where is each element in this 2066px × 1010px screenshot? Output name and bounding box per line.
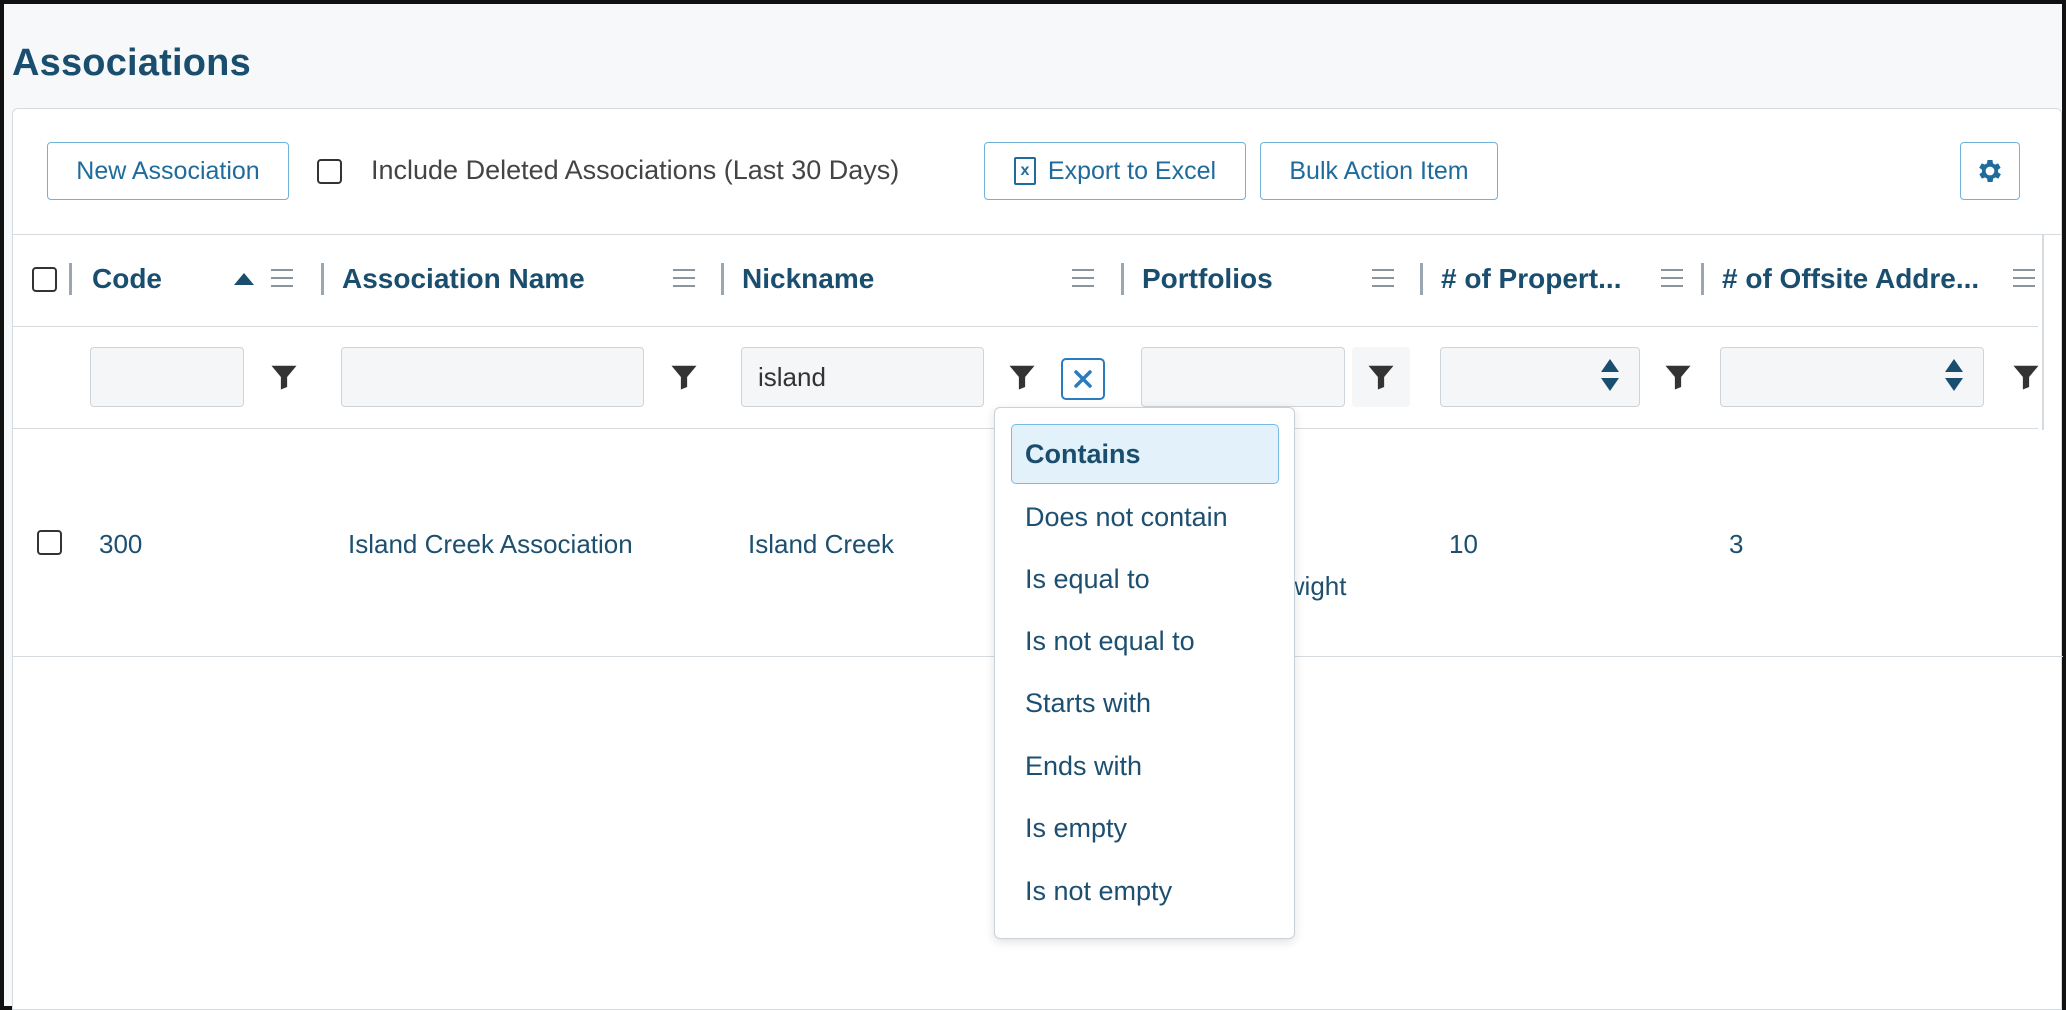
filter-option-contains[interactable]: Contains [1011, 424, 1279, 484]
column-menu-icon[interactable] [1372, 269, 1394, 287]
column-menu-icon[interactable] [2013, 269, 2035, 287]
grid-right-border [2042, 235, 2044, 430]
grid-header-row: Code Association Name Nickname Portfolio… [13, 235, 2038, 327]
excel-file-icon: x [1013, 157, 1036, 185]
cell-offsite-addresses: 3 [1729, 529, 1744, 559]
filter-option-is-not-empty[interactable]: Is not empty [995, 876, 1294, 907]
filter-icon[interactable] [269, 362, 299, 392]
include-deleted-checkbox[interactable] [317, 159, 342, 184]
filter-option-is-equal-to[interactable]: Is equal to [995, 564, 1294, 595]
close-icon [1074, 370, 1092, 388]
filter-icon[interactable] [1663, 362, 1693, 392]
gear-icon [1979, 160, 2001, 182]
association-name-filter-input[interactable] [341, 347, 644, 407]
column-header-nickname[interactable]: Nickname [742, 263, 874, 295]
column-separator[interactable] [321, 263, 324, 295]
filter-option-is-empty[interactable]: Is empty [995, 813, 1294, 844]
filter-operator-dropdown: Contains Does not contain Is equal to Is… [994, 407, 1295, 939]
column-header-offsite-addresses[interactable]: # of Offsite Addre... [1722, 263, 1979, 295]
column-separator[interactable] [69, 263, 72, 295]
column-menu-icon[interactable] [673, 269, 695, 287]
filter-icon[interactable] [1007, 362, 1037, 392]
toolbar: New Association Include Deleted Associat… [13, 109, 2061, 235]
filter-option-does-not-contain[interactable]: Does not contain [995, 502, 1294, 533]
clear-filter-button[interactable] [1061, 358, 1105, 400]
filter-option-starts-with[interactable]: Starts with [995, 688, 1294, 719]
filter-icon[interactable] [669, 362, 699, 392]
code-filter-input[interactable] [90, 347, 244, 407]
cell-code: 300 [99, 529, 143, 559]
filter-icon[interactable] [1366, 362, 1396, 392]
portfolios-filter-input[interactable] [1141, 347, 1345, 407]
settings-button[interactable] [1960, 142, 2020, 200]
column-header-code[interactable]: Code [92, 263, 162, 295]
column-separator[interactable] [1121, 263, 1124, 295]
cell-nickname: Island Creek [748, 529, 894, 559]
spinner-arrows-icon[interactable] [1599, 355, 1621, 395]
column-menu-icon[interactable] [271, 269, 293, 287]
nickname-filter-input[interactable] [741, 347, 984, 407]
column-separator[interactable] [721, 263, 724, 295]
filter-option-ends-with[interactable]: Ends with [995, 751, 1294, 782]
column-menu-icon[interactable] [1661, 269, 1683, 287]
sort-ascending-icon[interactable] [234, 273, 254, 285]
cell-properties: 10 [1449, 529, 1478, 559]
column-menu-icon[interactable] [1072, 269, 1094, 287]
export-to-excel-label: Export to Excel [1047, 156, 1217, 185]
row-checkbox[interactable] [37, 530, 62, 555]
column-header-portfolios[interactable]: Portfolios [1142, 263, 1273, 295]
bulk-action-item-button[interactable]: Bulk Action Item [1260, 142, 1498, 200]
filter-icon[interactable] [2011, 362, 2041, 392]
new-association-button[interactable]: New Association [47, 142, 289, 200]
column-separator[interactable] [1420, 263, 1423, 295]
column-header-properties[interactable]: # of Propert... [1441, 263, 1621, 295]
cell-association-name: Island Creek Association [348, 529, 633, 559]
column-header-association-name[interactable]: Association Name [342, 263, 585, 295]
spinner-arrows-icon[interactable] [1943, 355, 1965, 395]
include-deleted-label: Include Deleted Associations (Last 30 Da… [371, 155, 900, 185]
column-separator[interactable] [1701, 263, 1704, 295]
window-frame: Associations New Association Include Del… [0, 0, 2066, 1010]
select-all-checkbox[interactable] [32, 267, 57, 292]
page-title: Associations [12, 42, 251, 84]
filter-option-is-not-equal-to[interactable]: Is not equal to [995, 626, 1294, 657]
export-to-excel-button[interactable]: x Export to Excel [984, 142, 1246, 200]
